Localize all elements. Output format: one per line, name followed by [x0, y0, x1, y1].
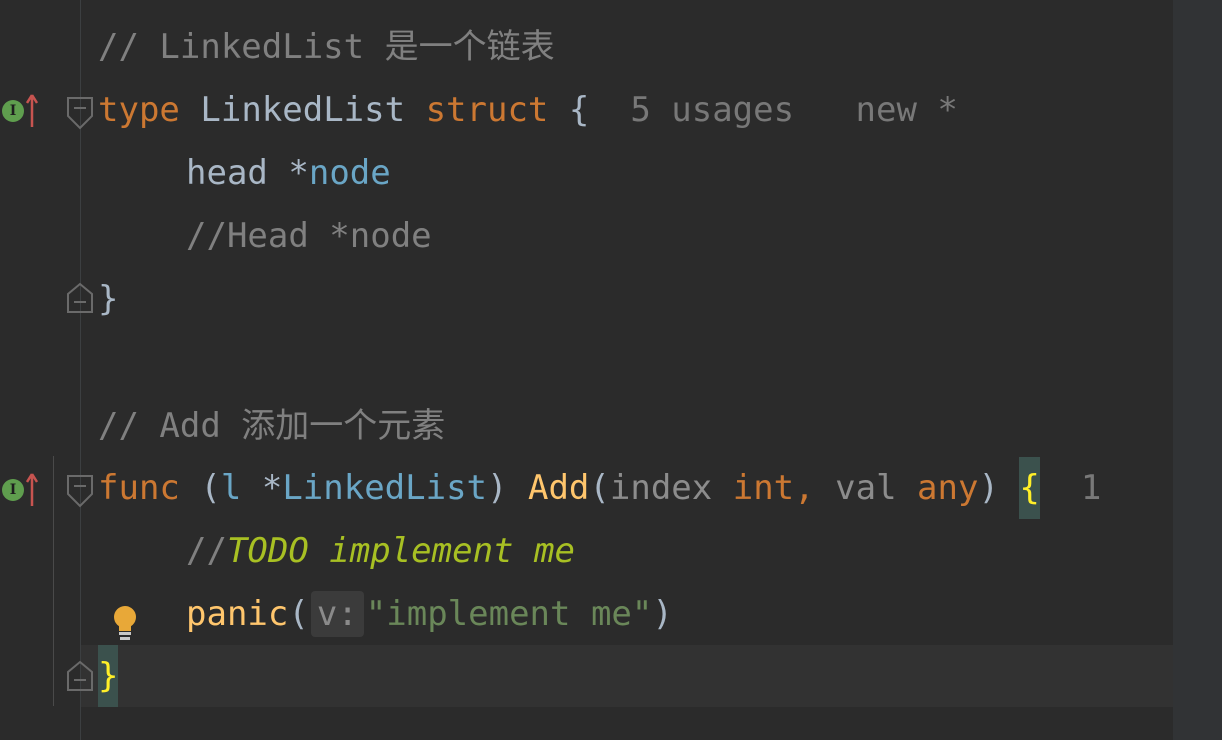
code-editor[interactable]: // LinkedList 是一个链表 I type LinkedList st…: [0, 0, 1222, 740]
matched-open-brace: {: [1019, 457, 1040, 519]
param-val: val: [835, 468, 897, 508]
code-line-type-decl[interactable]: type LinkedList struct { 5 usages new *: [98, 79, 958, 141]
code-line-panic[interactable]: panic(v: "implement me"): [186, 583, 673, 645]
param-open-paren: (: [589, 468, 610, 508]
pointer-star: *: [288, 153, 309, 193]
implemented-interface-icon: I: [2, 100, 24, 122]
fold-end-icon[interactable]: [66, 660, 94, 692]
fold-collapse-icon[interactable]: [66, 96, 94, 132]
fold-collapse-icon[interactable]: [66, 474, 94, 510]
code-line-todo[interactable]: //TODO implement me: [186, 520, 575, 582]
editor-right-strip: [1173, 0, 1222, 740]
string-literal: "implement me": [365, 594, 653, 634]
implements-gutter-marker[interactable]: I: [2, 472, 38, 508]
receiver-type[interactable]: LinkedList: [282, 468, 487, 508]
receiver-open-paren: (: [200, 468, 221, 508]
usages-hint[interactable]: 5 usages: [630, 90, 794, 130]
todo-comment: TODO implement me: [226, 531, 575, 571]
param-val-type: any: [917, 468, 979, 508]
code-line-comment-add[interactable]: // Add 添加一个元素: [98, 395, 445, 457]
comment-prefix: //: [186, 531, 227, 571]
parameter-name-hint: v:: [310, 591, 364, 637]
implemented-method-icon: I: [2, 479, 24, 501]
param-index: index: [609, 468, 713, 508]
field-name: head: [186, 153, 268, 193]
open-brace: {: [568, 90, 590, 130]
code-line-comment-linkedlist[interactable]: // LinkedList 是一个链表: [98, 16, 555, 78]
panic-function[interactable]: panic: [186, 594, 288, 634]
code-line-commented-field[interactable]: //Head *node: [186, 205, 432, 267]
receiver-close-paren: ): [487, 468, 508, 508]
usages-hint[interactable]: 1: [1081, 468, 1101, 508]
param-close-paren: ): [978, 468, 999, 508]
current-line-highlight: [81, 645, 1173, 707]
receiver-name: l: [220, 468, 242, 508]
type-name[interactable]: LinkedList: [200, 90, 405, 130]
keyword-type: type: [98, 90, 180, 130]
code-line-func-signature[interactable]: func (l *LinkedList) Add(index int, val …: [98, 457, 1101, 519]
field-type[interactable]: node: [309, 153, 391, 193]
lightbulb-icon[interactable]: [111, 605, 139, 643]
arrow-up-icon: [26, 473, 38, 506]
panic-open-paren: (: [288, 594, 309, 634]
matched-close-brace: }: [98, 645, 119, 707]
code-line-close-brace[interactable]: }: [98, 268, 118, 330]
code-line-close-brace-func[interactable]: }: [98, 645, 119, 707]
author-hint[interactable]: new *: [856, 90, 958, 130]
scope-indicator: [53, 456, 54, 706]
param-index-type: int: [732, 468, 795, 508]
method-name[interactable]: Add: [528, 468, 589, 508]
param-comma: ,: [794, 468, 815, 508]
implemented-gutter-marker[interactable]: I: [2, 93, 38, 129]
fold-end-icon[interactable]: [66, 282, 94, 314]
panic-close-paren: ): [652, 594, 673, 634]
keyword-func: func: [98, 468, 180, 508]
arrow-up-icon: [26, 94, 38, 127]
code-line-head-field[interactable]: head *node: [186, 142, 391, 204]
keyword-struct: struct: [425, 90, 549, 130]
pointer-star: *: [261, 468, 283, 508]
